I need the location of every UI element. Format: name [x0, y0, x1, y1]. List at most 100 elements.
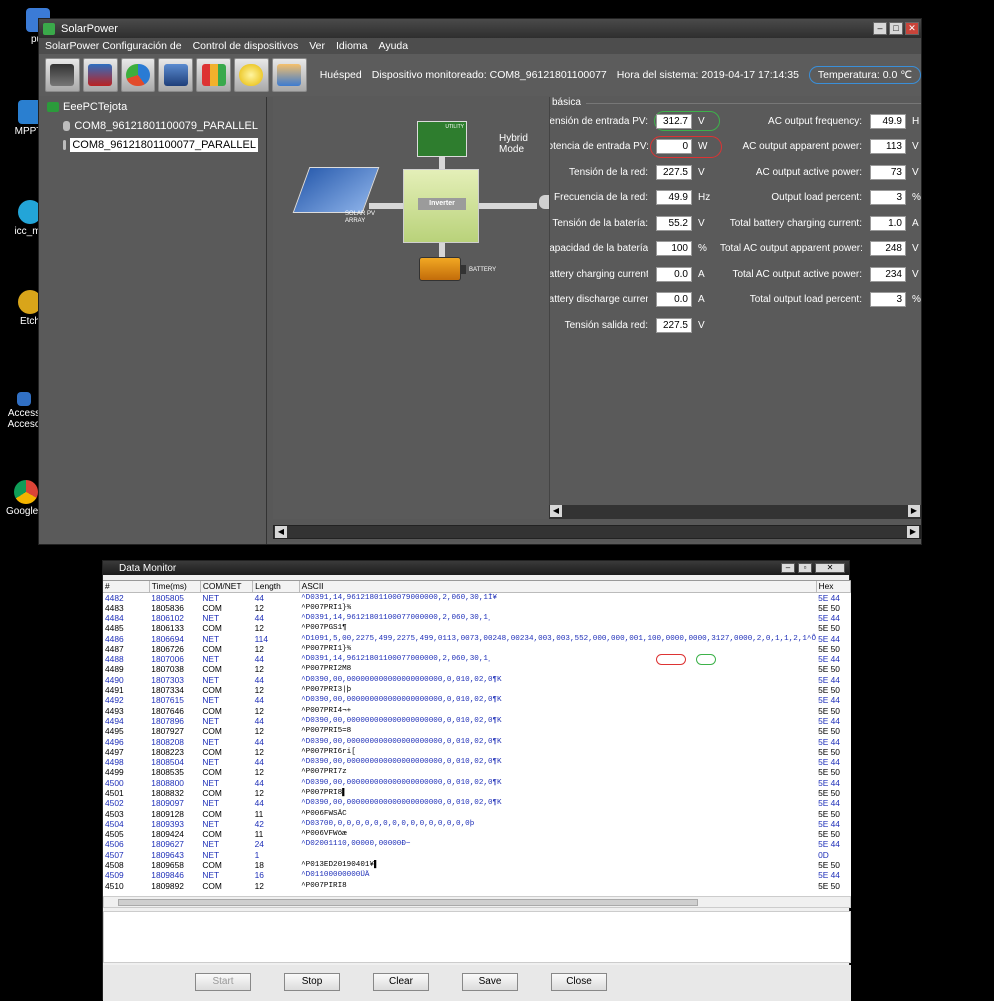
param-left-row: Tensión de la batería: 55.2 V: [550, 215, 705, 231]
table-row[interactable]: 4492 1807615 NET 44 ^D0390,00,00000000000000…: [103, 695, 851, 705]
table-row[interactable]: 4486 1806694 NET 114 ^D1091,5,00,2275,499,22…: [103, 633, 851, 644]
table-row[interactable]: 4483 1805836 COM 12 ^P007PRI1}¾ 5E 50: [103, 603, 851, 613]
menubar: SolarPower Configuración de Control de d…: [39, 38, 921, 54]
col-ascii[interactable]: ASCII: [299, 581, 817, 593]
users-button[interactable]: [271, 58, 307, 92]
table-row[interactable]: 4487 1806726 COM 12 ^P007PRI1}¾ 5E 50: [103, 644, 851, 654]
monitor-icon: [50, 64, 75, 86]
minimize-button[interactable]: –: [781, 563, 795, 573]
solarpower-titlebar[interactable]: SolarPower – □ ✕: [39, 19, 921, 38]
camera-icon: [163, 64, 188, 86]
monitor-button[interactable]: [45, 58, 80, 92]
report-button[interactable]: [120, 58, 156, 92]
table-row[interactable]: 4484 1806102 NET 44 ^D0391,14,96121801100077…: [103, 613, 851, 623]
scroll-left-icon[interactable]: ◀: [275, 526, 287, 538]
table-row[interactable]: 4510 1809892 COM 12 ^P007PIRI8 5E 50: [103, 881, 851, 891]
panel-divider: [586, 103, 921, 104]
pv-line: [369, 203, 403, 209]
table-row[interactable]: 4495 1807927 COM 12 ^P007PRI5=8 5E 50: [103, 726, 851, 736]
table-row[interactable]: 4490 1807303 NET 44 ^D0390,00,00000000000000…: [103, 675, 851, 685]
table-row[interactable]: 4509 1809846 NET 16 ^D01100000000ÜÄ 5E 44: [103, 870, 851, 880]
clear-button[interactable]: Clear: [373, 973, 429, 991]
col-length[interactable]: Length: [252, 581, 300, 593]
table-row[interactable]: 4498 1808504 NET 44 ^D0390,00,00000000000000…: [103, 757, 851, 767]
table-cell: 44: [254, 715, 264, 726]
stop-button[interactable]: Stop: [284, 973, 340, 991]
save-button[interactable]: Save: [462, 973, 518, 991]
param-right-value: 248: [870, 241, 906, 256]
close-button[interactable]: ✕: [815, 563, 845, 573]
minimize-button[interactable]: –: [873, 22, 887, 35]
scroll-left-icon[interactable]: ◀: [550, 505, 562, 517]
col-hex[interactable]: Hex: [816, 581, 851, 593]
maximize-button[interactable]: □: [889, 22, 903, 35]
table-row[interactable]: 4500 1808800 NET 44 ^D0390,00,00000000000000…: [103, 778, 851, 788]
data-monitor-titlebar[interactable]: Data Monitor – ▫ ✕: [103, 561, 849, 575]
table-cell: COM: [202, 746, 222, 757]
table-row[interactable]: 4506 1809627 NET 24 ^D02001110,00000,00000Ð~…: [103, 839, 851, 849]
table-row[interactable]: 4505 1809424 COM 11 ^P006VFWöæ 5E 50: [103, 829, 851, 839]
close-monitor-button[interactable]: Close: [551, 973, 607, 991]
table-row[interactable]: 4496 1808208 NET 44 ^D0390,00,00000000000000…: [103, 736, 851, 747]
col-comnet[interactable]: COM/NET: [200, 581, 254, 593]
main-scrollbar[interactable]: ◀ ▶: [273, 525, 921, 539]
tree-node-device-selected[interactable]: COM8_96121801100077_PARALLEL: [61, 137, 260, 153]
table-row[interactable]: 4497 1808223 COM 12 ^P007PRI6ri[5E 50: [103, 747, 851, 757]
table-cell: 5E 50: [818, 880, 840, 891]
col-index[interactable]: #: [103, 581, 150, 593]
table-row[interactable]: 4488 1807006 NET 44 ^D0391,14,96121801100077…: [103, 654, 851, 664]
table-cell: COM: [202, 726, 222, 737]
command-textarea[interactable]: [103, 911, 851, 963]
menu-config[interactable]: SolarPower Configuración de: [45, 40, 182, 52]
table-row[interactable]: 4494 1807896 NET 44 ^D0390,00,00000000000000…: [103, 716, 851, 726]
table-cell: ^P007PRI2M8: [301, 665, 352, 674]
start-button[interactable]: Start: [195, 973, 251, 991]
table-row[interactable]: 4501 1808832 COM 12 ^P007PRI8▌ 5E 50: [103, 788, 851, 798]
table-row[interactable]: 4489 1807038 COM 12 ^P007PRI2M8 5E 50: [103, 664, 851, 674]
close-button[interactable]: ✕: [905, 22, 919, 35]
menu-help[interactable]: Ayuda: [379, 40, 409, 52]
table-cell: ^D0390,00,000000000000000000000,0,010,02…: [301, 716, 502, 725]
panel-scrollbar[interactable]: ◀ ▶: [549, 505, 921, 519]
scroll-right-icon[interactable]: ▶: [907, 526, 919, 538]
param-right-unit: V: [912, 243, 919, 254]
tree-node-device[interactable]: COM8_96121801100079_PARALLEL: [61, 119, 260, 133]
table-row[interactable]: 4491 1807334 COM 12 ^P007PRI3|þ 5E 50: [103, 685, 851, 695]
menu-view[interactable]: Ver: [309, 40, 325, 52]
table-row[interactable]: 4508 1809658 COM 18 ^P013ED20190401¥▌ 5E 50: [103, 860, 851, 870]
restore-button[interactable]: ▫: [798, 563, 812, 573]
table-row[interactable]: 4499 1808535 COM 12 ^P007PRI7z 5E 50: [103, 767, 851, 777]
menu-language[interactable]: Idioma: [336, 40, 368, 52]
scroll-thumb[interactable]: [118, 899, 698, 906]
table-cell: ^P007PRI4¬+: [301, 706, 352, 715]
table-cell: NET: [202, 612, 220, 623]
bulb-button[interactable]: [234, 58, 269, 92]
tree-root[interactable]: EeePCTejota: [47, 101, 260, 113]
table-cell: 42: [254, 818, 264, 829]
table-row[interactable]: 4507 1809643 NET 1 0D: [103, 850, 851, 860]
table-cell: 5E 44: [818, 777, 840, 788]
table-cell: 4492: [105, 695, 124, 706]
scroll-right-icon[interactable]: ▶: [908, 505, 920, 517]
table-cell: 4503: [105, 808, 124, 819]
table-cell: NET: [202, 839, 220, 850]
table-row[interactable]: 4482 1805805 NET 44 ^D0391,14,96121801100079…: [103, 592, 851, 603]
table-cell: ^P006VFWöæ: [301, 830, 347, 839]
table-row[interactable]: 4502 1809097 NET 44 ^D0390,00,00000000000000…: [103, 798, 851, 808]
table-row[interactable]: 4503 1809128 COM 11 ^P006FWSÄC 5E 50: [103, 808, 851, 819]
table-row[interactable]: 4493 1807646 COM 12 ^P007PRI4¬+ 5E 50: [103, 705, 851, 716]
table-hscrollbar[interactable]: [103, 896, 851, 908]
table-cell: 1807646: [151, 705, 184, 716]
table-row[interactable]: 4504 1809393 NET 42 ^D03700,0,0,0,0,0,0,0,0,…: [103, 819, 851, 829]
table-cell: 1807334: [151, 685, 184, 696]
param-right-label: AC output active power:: [755, 166, 862, 178]
data-button[interactable]: [196, 58, 232, 92]
table-cell: 5E 50: [818, 643, 840, 654]
camera-button[interactable]: [158, 58, 194, 92]
menu-device-control[interactable]: Control de dispositivos: [193, 40, 299, 52]
table-row[interactable]: 4485 1806133 COM 12 ^P007PGS1¶ 5E 50: [103, 623, 851, 633]
table-cell: 5E 44: [818, 798, 840, 809]
col-time[interactable]: Time(ms): [149, 581, 201, 593]
tools-button[interactable]: [82, 58, 118, 92]
param-left-unit: A: [698, 268, 705, 280]
